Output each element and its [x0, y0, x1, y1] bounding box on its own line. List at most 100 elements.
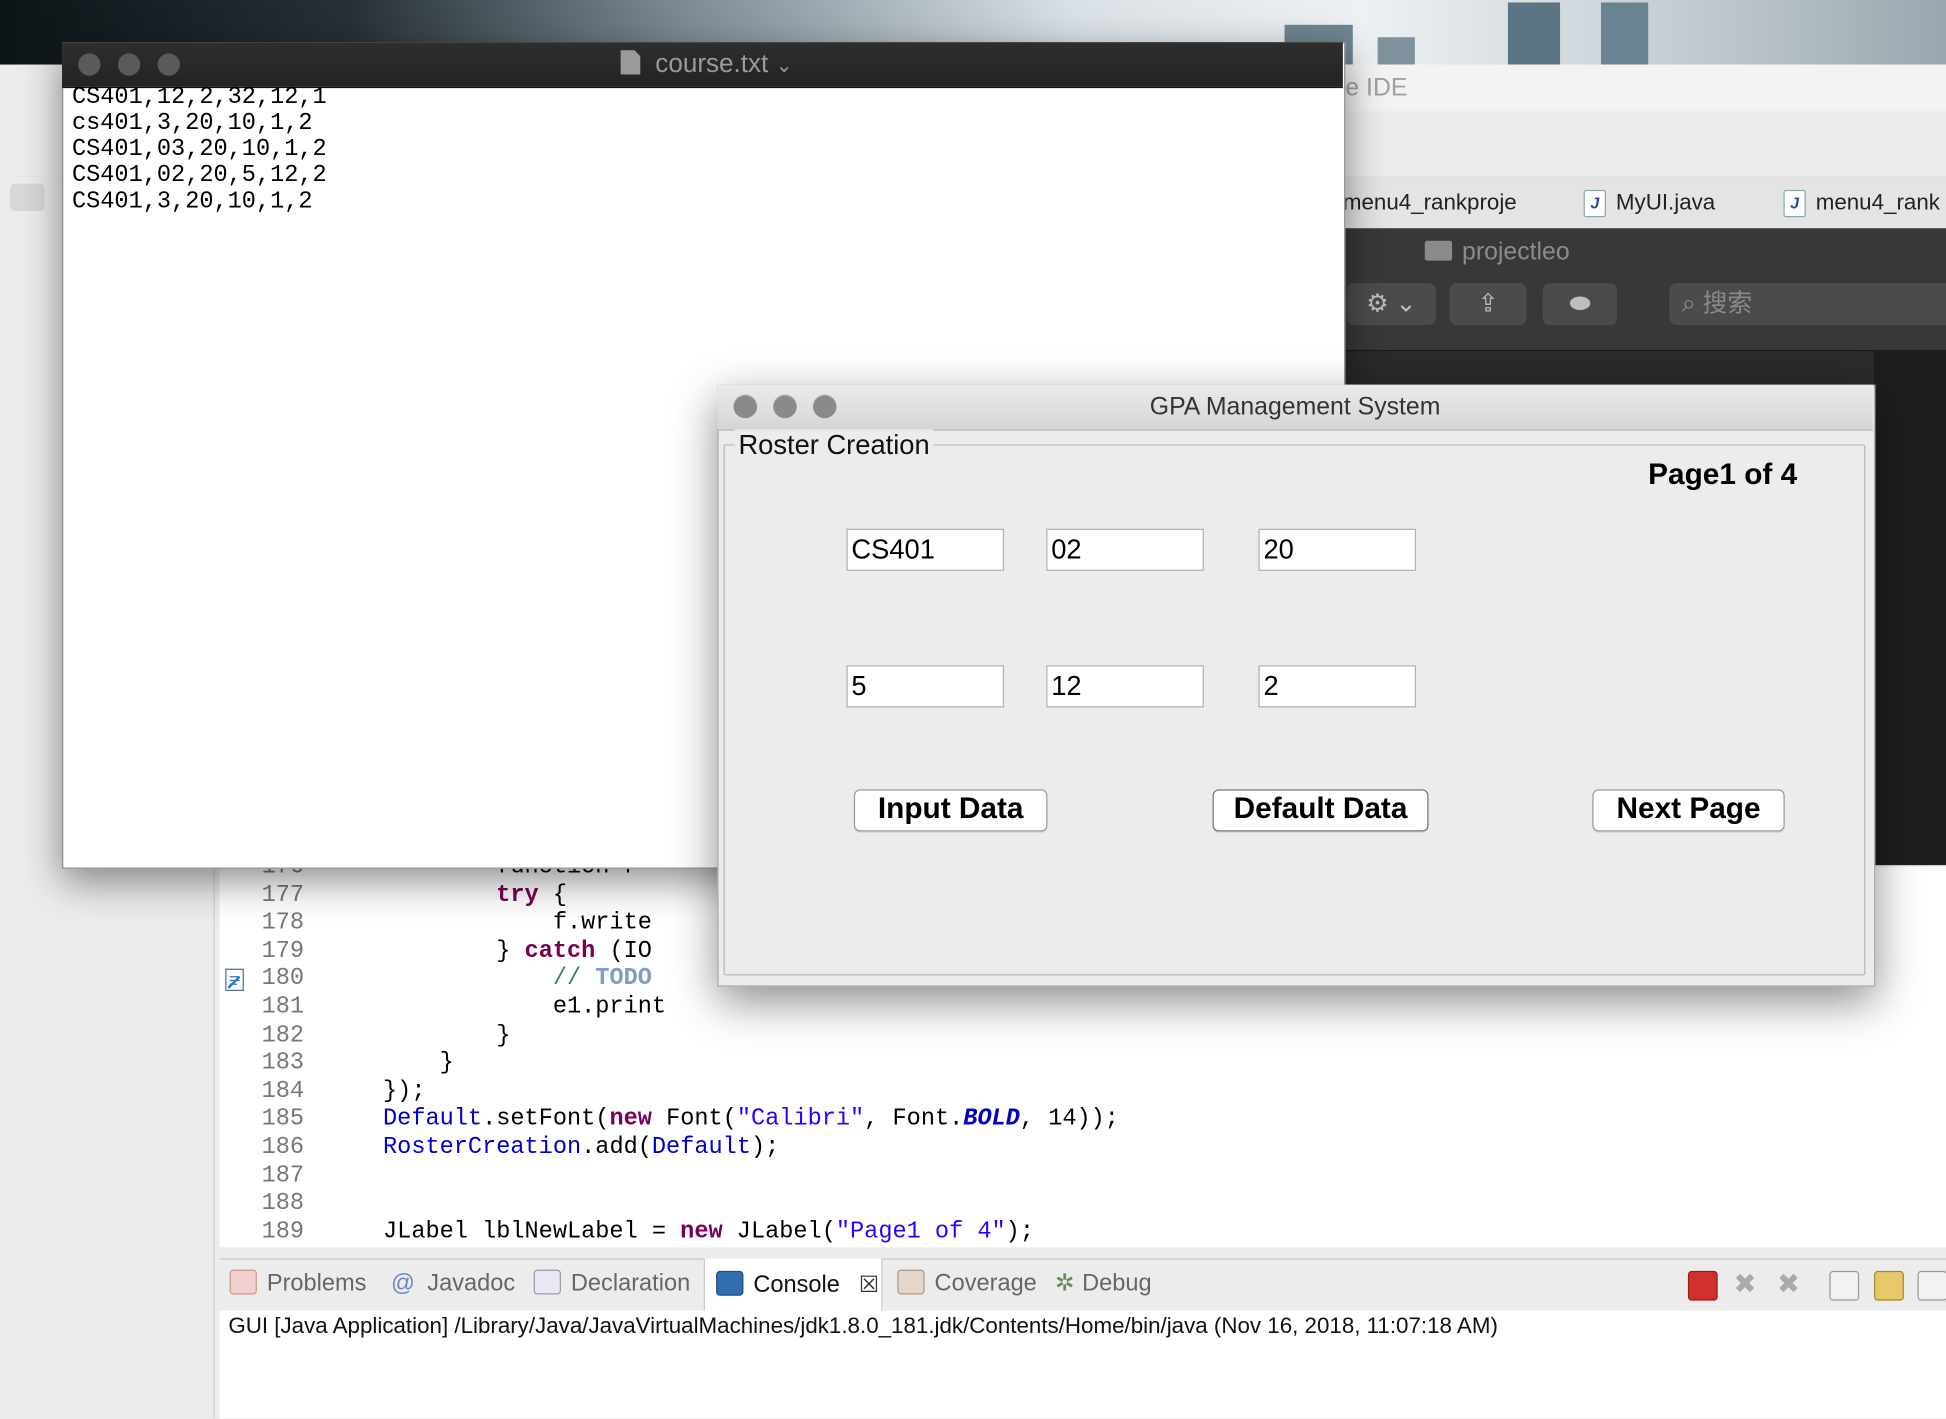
console-icon [716, 1270, 744, 1296]
code-text: f.write [326, 908, 652, 937]
line-number: 182 [261, 1020, 305, 1049]
folder-icon [1424, 240, 1453, 261]
coverage-icon [897, 1269, 925, 1295]
problems-icon [229, 1269, 257, 1295]
page-indicator: Page1 of 4 [1648, 457, 1798, 492]
java-file-icon: J [1783, 190, 1806, 218]
code-line: 189 JLabel lblNewLabel = new JLabel("Pag… [220, 1217, 1034, 1245]
code-line: 178 f.write [220, 909, 652, 937]
code-text: } [326, 1048, 454, 1077]
group-title: Roster Creation [734, 429, 934, 462]
document-icon [620, 50, 641, 76]
tab-javadoc[interactable]: @ Javadoc [391, 1258, 515, 1310]
text-editor-filename[interactable]: course.txt ⌄ [620, 50, 793, 80]
tag-button[interactable]: ⬬ [1542, 282, 1618, 326]
line-number: 187 [261, 1161, 305, 1189]
course-code-field[interactable]: CS401 [846, 528, 1005, 571]
field-row2-col3[interactable]: 2 [1258, 665, 1417, 708]
code-line: 182 } [220, 1021, 511, 1049]
close-icon[interactable]: ☒ [859, 1272, 879, 1297]
line-number: 186 [261, 1133, 305, 1161]
code-text: }); [326, 1077, 426, 1105]
tab-menu4-rank[interactable]: Jmenu4_rank [1783, 176, 1940, 228]
code-line: 185 Default.setFont(new Font("Calibri", … [220, 1105, 1119, 1133]
declaration-icon [533, 1269, 561, 1295]
roster-creation-group [723, 444, 1866, 976]
tab-coverage[interactable]: Coverage [897, 1258, 1037, 1310]
line-number: 184 [261, 1077, 305, 1105]
close-window-button[interactable] [78, 53, 101, 76]
code-text: e1.print [326, 992, 667, 1021]
line-number: 177 [261, 880, 305, 908]
debug-icon: ✲ [1054, 1270, 1075, 1297]
ide-window-title: e IDE [1342, 64, 1946, 113]
section-field[interactable]: 02 [1046, 528, 1204, 571]
text-line: cs401,3,20,10,1,2 [71, 109, 313, 137]
javadoc-icon: @ [390, 1270, 415, 1297]
tag-icon: ⬬ [1569, 290, 1591, 318]
students-field[interactable]: 20 [1258, 528, 1417, 571]
code-text: try { [496, 880, 568, 908]
zoom-window-button[interactable] [157, 53, 180, 76]
code-line: 179 } catch (IO [220, 937, 652, 965]
search-icon: ⌕ [1681, 290, 1703, 318]
task-marker-icon[interactable] [223, 966, 248, 993]
gpa-window-title: GPA Management System [717, 384, 1873, 431]
code-text: // TODO [552, 964, 652, 993]
tab-myui-java[interactable]: J MyUI.java [1583, 176, 1715, 228]
field-row2-col1[interactable]: 5 [846, 665, 1005, 708]
code-line: 183 } [220, 1049, 454, 1077]
remove-launch-icon[interactable]: ✖ [1731, 1270, 1758, 1298]
outline-tool-icon[interactable] [9, 183, 45, 211]
minimize-window-button[interactable] [117, 53, 141, 76]
share-button[interactable]: ⇪ [1449, 282, 1527, 326]
tab-declaration[interactable]: Declaration [533, 1258, 690, 1310]
clear-console-icon[interactable] [1829, 1270, 1860, 1301]
tab-menu4-rankproje[interactable]: menu4_rankproje [1343, 176, 1517, 228]
chevron-down-icon: ⌄ [775, 55, 793, 77]
share-icon: ⇪ [1477, 290, 1499, 318]
code-line: 186 RosterCreation.add(Default); [220, 1133, 780, 1161]
default-data-button[interactable]: Default Data [1212, 789, 1429, 832]
minimize-window-button[interactable] [773, 394, 797, 419]
next-page-button[interactable]: Next Page [1592, 789, 1785, 832]
console-launch-line: GUI [Java Application] /Library/Java/Jav… [228, 1313, 1498, 1338]
text-line: CS401,12,2,32,12,1 [71, 83, 327, 111]
tab-console[interactable]: Console ☒ [703, 1258, 883, 1311]
text-line: CS401,02,20,5,12,2 [71, 161, 327, 189]
code-text: Default.setFont(new Font("Calibri", Font… [383, 1105, 1119, 1133]
action-gear-button[interactable]: ⚙ ⌄ [1346, 282, 1436, 326]
code-line: 180 // TODO [220, 965, 652, 993]
line-number: 183 [261, 1048, 305, 1077]
finder-title: projectleo [1424, 238, 1570, 267]
terminate-icon[interactable] [1687, 1270, 1718, 1301]
scroll-lock-icon[interactable] [1874, 1270, 1904, 1301]
line-number: 188 [261, 1189, 305, 1217]
text-line: CS401,03,20,10,1,2 [71, 135, 327, 163]
code-line: 187 [220, 1161, 327, 1189]
input-data-button[interactable]: Input Data [853, 789, 1048, 832]
field-row2-col2[interactable]: 12 [1046, 665, 1204, 708]
line-number: 178 [261, 908, 305, 937]
text-line: CS401,3,20,10,1,2 [71, 187, 313, 215]
gear-icon: ⚙ ⌄ [1366, 290, 1417, 318]
close-window-button[interactable] [733, 394, 758, 419]
tab-problems[interactable]: Problems [229, 1258, 366, 1310]
line-number: 179 [261, 936, 305, 965]
line-number: 185 [261, 1105, 305, 1133]
tab-debug[interactable]: ✲ Debug [1055, 1258, 1152, 1310]
word-wrap-icon[interactable] [1917, 1270, 1946, 1301]
line-number: 181 [261, 992, 305, 1021]
code-text: } [326, 1020, 511, 1049]
code-line: 188 [220, 1189, 327, 1217]
code-text: } catch (IO [326, 936, 652, 965]
code-text: JLabel lblNewLabel = new JLabel("Page1 o… [326, 1217, 1034, 1245]
finder-search-field[interactable]: ⌕ 搜索 [1669, 282, 1946, 326]
code-line: 184 }); [220, 1077, 426, 1105]
line-number: 189 [261, 1217, 305, 1245]
remove-all-icon[interactable]: ✖ [1775, 1270, 1802, 1298]
editor-tab-bar: menu4_rankproje J MyUI.java Jmenu4_rank [1342, 176, 1946, 230]
code-line: 181 e1.print [220, 993, 666, 1021]
zoom-window-button[interactable] [812, 394, 837, 419]
java-file-icon: J [1583, 190, 1606, 218]
